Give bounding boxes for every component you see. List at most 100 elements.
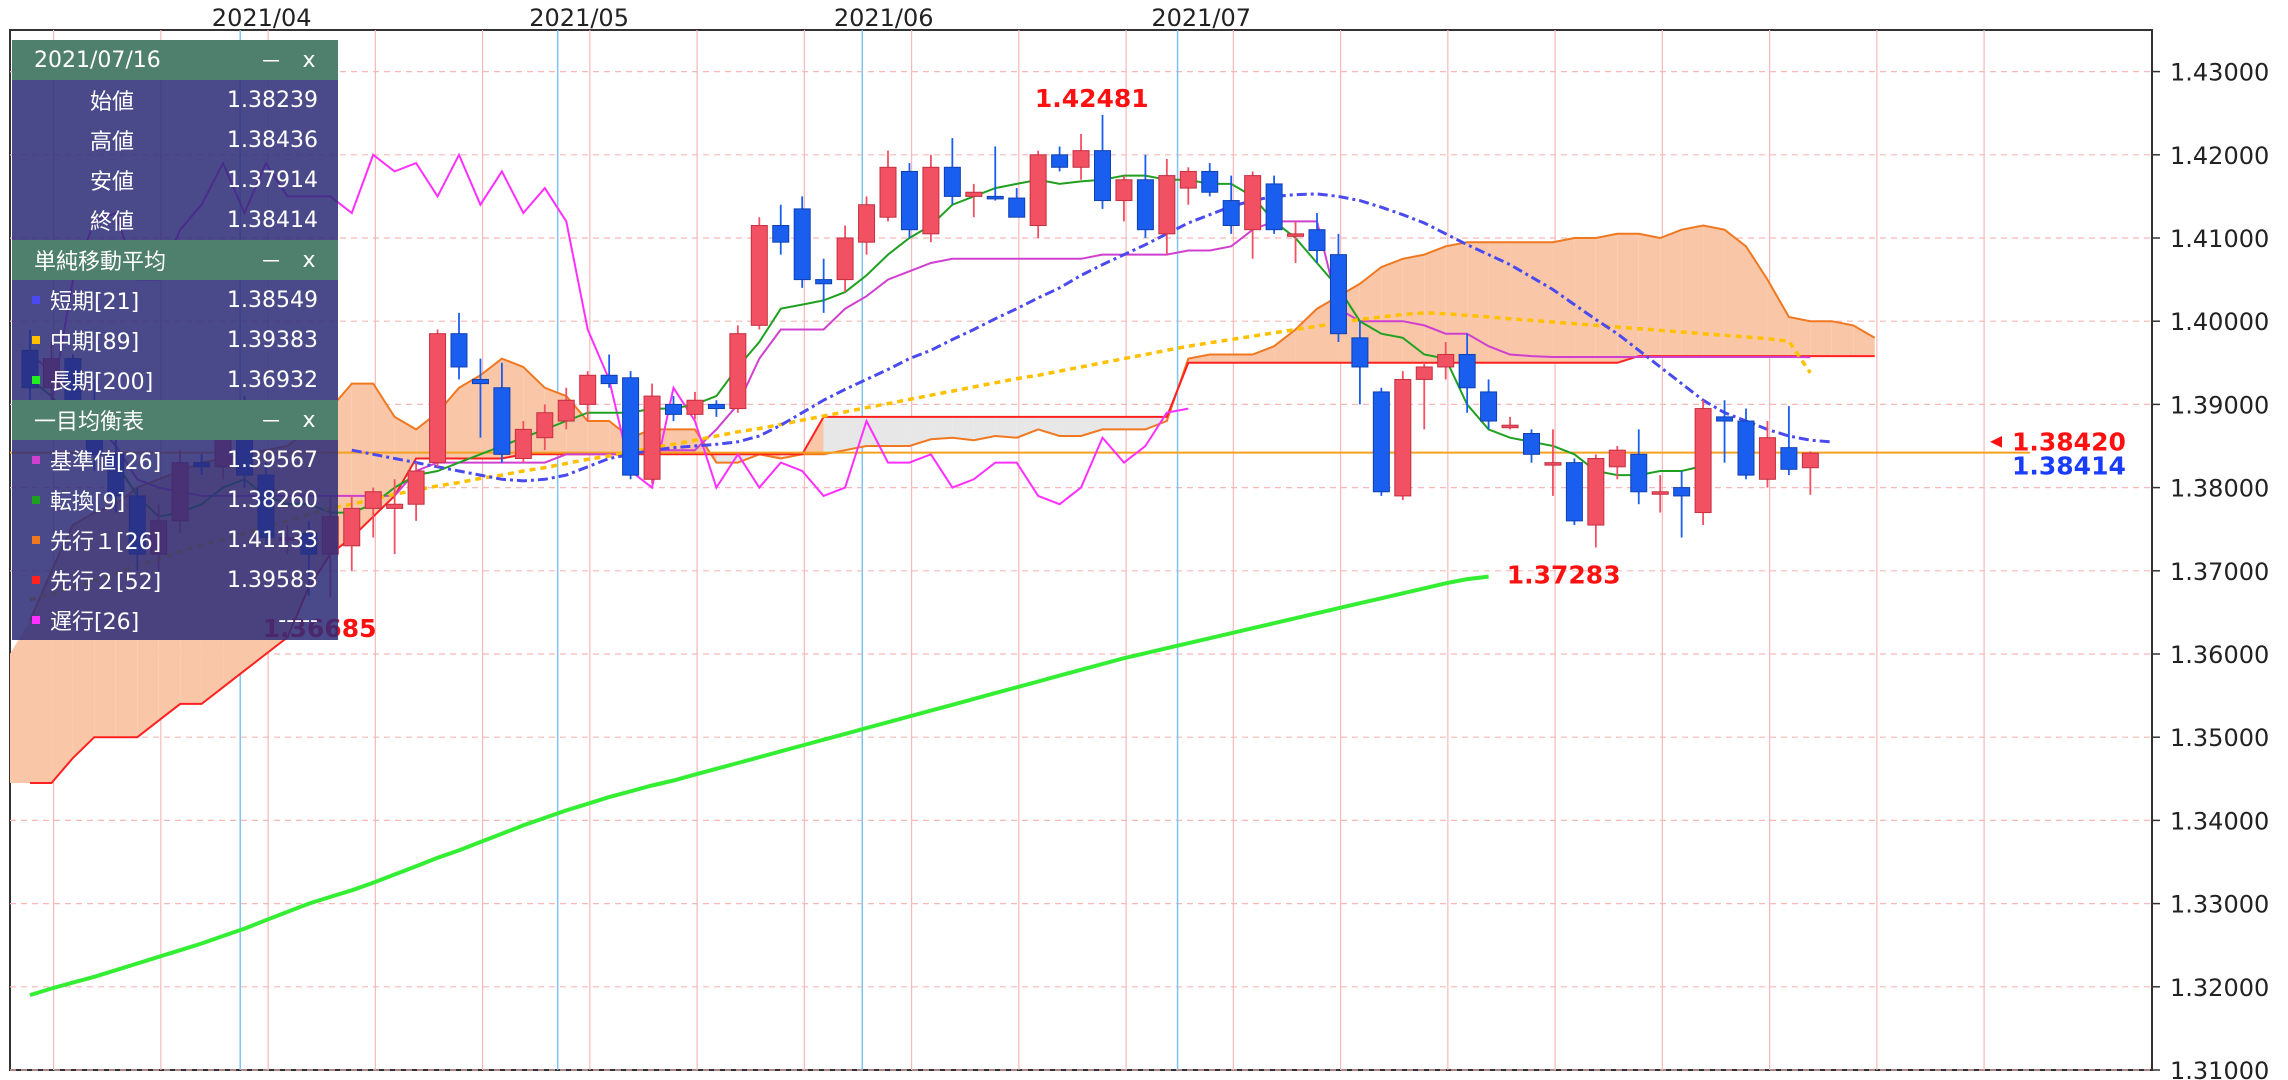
chart-area[interactable]: 1.31000 1.32000 1.33000 1.34000 1.35000 1.360… bbox=[0, 0, 2288, 1080]
legend-swatch bbox=[32, 616, 40, 624]
kumo-segment bbox=[888, 416, 910, 446]
ichimoku-label: 転換[9] bbox=[50, 490, 126, 515]
ohlc-label: 始値 bbox=[90, 90, 135, 115]
close-button[interactable]: x bbox=[290, 248, 328, 273]
ichimoku-value: 1.38260 bbox=[227, 487, 318, 513]
kumo-segment bbox=[1059, 416, 1082, 437]
high-annotation: 1.42481 bbox=[1035, 84, 1149, 113]
candle-body bbox=[1201, 170, 1219, 193]
y-tick-label: 1.38000 bbox=[2170, 475, 2269, 503]
ichimoku-label: 基準値[26] bbox=[50, 450, 162, 475]
candle-body bbox=[536, 412, 554, 439]
candle-body bbox=[943, 166, 961, 197]
ichimoku-row-tenkan: 転換[9] 1.38260 bbox=[12, 480, 338, 520]
candle-body bbox=[750, 225, 768, 326]
legend-swatch bbox=[32, 296, 40, 304]
ohlc-label: 高値 bbox=[90, 130, 135, 155]
candle-body bbox=[1437, 353, 1455, 368]
kumo-segment bbox=[1209, 354, 1232, 363]
legend-panel: 2021/07/16 － x 始値 1.38239 高値 1.38436 安値 … bbox=[12, 40, 338, 640]
candle-body bbox=[1544, 462, 1562, 466]
candle-body bbox=[1265, 183, 1283, 231]
candle-body bbox=[1072, 150, 1090, 168]
candle-body bbox=[1694, 408, 1712, 514]
candle-body bbox=[1287, 233, 1305, 237]
candle-body bbox=[1501, 424, 1519, 429]
y-tick-label: 1.35000 bbox=[2170, 724, 2269, 752]
candle-body bbox=[1051, 154, 1069, 168]
sma-panel-header: 単純移動平均 － x bbox=[12, 240, 338, 280]
ohlc-panel-header: 2021/07/16 － x bbox=[12, 40, 338, 80]
candle-body bbox=[1480, 391, 1498, 422]
candle-body bbox=[1115, 179, 1133, 202]
kumo-segment bbox=[1595, 233, 1618, 363]
legend-swatch bbox=[32, 456, 40, 464]
legend-swatch bbox=[32, 336, 40, 344]
close-button[interactable]: x bbox=[290, 48, 328, 73]
sma-label: 長期[200] bbox=[50, 370, 154, 395]
kumo-segment bbox=[930, 416, 953, 440]
ichimoku-panel-body: 基準値[26] 1.39567 転換[9] 1.38260 先行１[26] 1.… bbox=[12, 440, 338, 640]
ichimoku-row-kijun: 基準値[26] 1.39567 bbox=[12, 440, 338, 480]
sma-panel-body: 短期[21] 1.38549 中期[89] 1.39383 長期[200] 1.… bbox=[12, 280, 338, 400]
ohlc-label: 終値 bbox=[90, 210, 135, 235]
kumo-segment bbox=[1617, 233, 1639, 363]
candle-body bbox=[514, 428, 532, 459]
candle-body bbox=[1394, 378, 1412, 497]
y-tick-label: 1.36000 bbox=[2170, 641, 2269, 669]
y-tick-label: 1.39000 bbox=[2170, 391, 2269, 419]
candle-body bbox=[1415, 366, 1433, 380]
sma-row-short: 短期[21] 1.38549 bbox=[12, 280, 338, 320]
kumo-segment bbox=[1788, 317, 1811, 357]
candle-body bbox=[1758, 437, 1776, 480]
candle-body bbox=[429, 333, 447, 464]
candle-body bbox=[1029, 154, 1047, 227]
candle-body bbox=[879, 166, 897, 218]
candle-body bbox=[1801, 452, 1819, 469]
candle-body bbox=[900, 170, 918, 231]
x-tick-label: 2021/05 bbox=[529, 4, 629, 32]
kumo-segment bbox=[1552, 238, 1575, 363]
candle-body bbox=[364, 491, 382, 509]
y-tick-label: 1.41000 bbox=[2170, 225, 2269, 253]
candle-body bbox=[1351, 337, 1369, 368]
candle-body bbox=[815, 279, 833, 285]
sma-value: 1.38549 bbox=[227, 287, 318, 313]
sma-row-mid: 中期[89] 1.39383 bbox=[12, 320, 338, 360]
sma-value: 1.36932 bbox=[227, 367, 318, 393]
candle-body bbox=[922, 166, 940, 235]
kumo-segment bbox=[1510, 242, 1532, 363]
kumo-segment bbox=[1703, 225, 1725, 357]
candle-body bbox=[493, 387, 511, 455]
candle-body bbox=[600, 374, 618, 385]
candle-body bbox=[772, 225, 790, 243]
legend-swatch bbox=[32, 536, 40, 544]
kumo-segment bbox=[823, 416, 846, 455]
candle-body bbox=[450, 333, 468, 368]
minimize-button[interactable]: － bbox=[252, 244, 290, 276]
candle-body bbox=[707, 403, 725, 410]
candlestick-chart[interactable]: 1.31000 1.32000 1.33000 1.34000 1.35000 1.360… bbox=[0, 0, 2288, 1080]
ichimoku-row-span-a: 先行１[26] 1.41133 bbox=[12, 520, 338, 560]
ohlc-value: 1.37914 bbox=[227, 167, 318, 193]
ichimoku-row-span-b: 先行２[52] 1.39583 bbox=[12, 560, 338, 600]
x-tick-label: 2021/07 bbox=[1151, 4, 1251, 32]
candle-body bbox=[965, 191, 983, 197]
candle-body bbox=[1222, 200, 1240, 227]
y-tick-label: 1.43000 bbox=[2170, 59, 2269, 87]
ichimoku-label: 先行１[26] bbox=[50, 530, 162, 555]
ichimoku-label: 先行２[52] bbox=[50, 570, 162, 595]
candle-body bbox=[343, 507, 361, 547]
kumo-segment bbox=[1381, 258, 1403, 363]
candle-body bbox=[686, 399, 704, 415]
ohlc-row-high: 高値 1.38436 bbox=[12, 120, 338, 160]
ohlc-panel-body: 始値 1.38239 高値 1.38436 安値 1.37914 終値 1.38… bbox=[12, 80, 338, 240]
close-button[interactable]: x bbox=[290, 408, 328, 433]
ohlc-label: 安値 bbox=[90, 170, 135, 195]
minimize-button[interactable]: － bbox=[252, 404, 290, 436]
candle-body bbox=[1630, 453, 1648, 493]
x-tick-label: 2021/04 bbox=[212, 4, 312, 32]
sma-label: 短期[21] bbox=[50, 290, 140, 315]
candle-body bbox=[1329, 254, 1347, 335]
minimize-button[interactable]: － bbox=[252, 44, 290, 76]
